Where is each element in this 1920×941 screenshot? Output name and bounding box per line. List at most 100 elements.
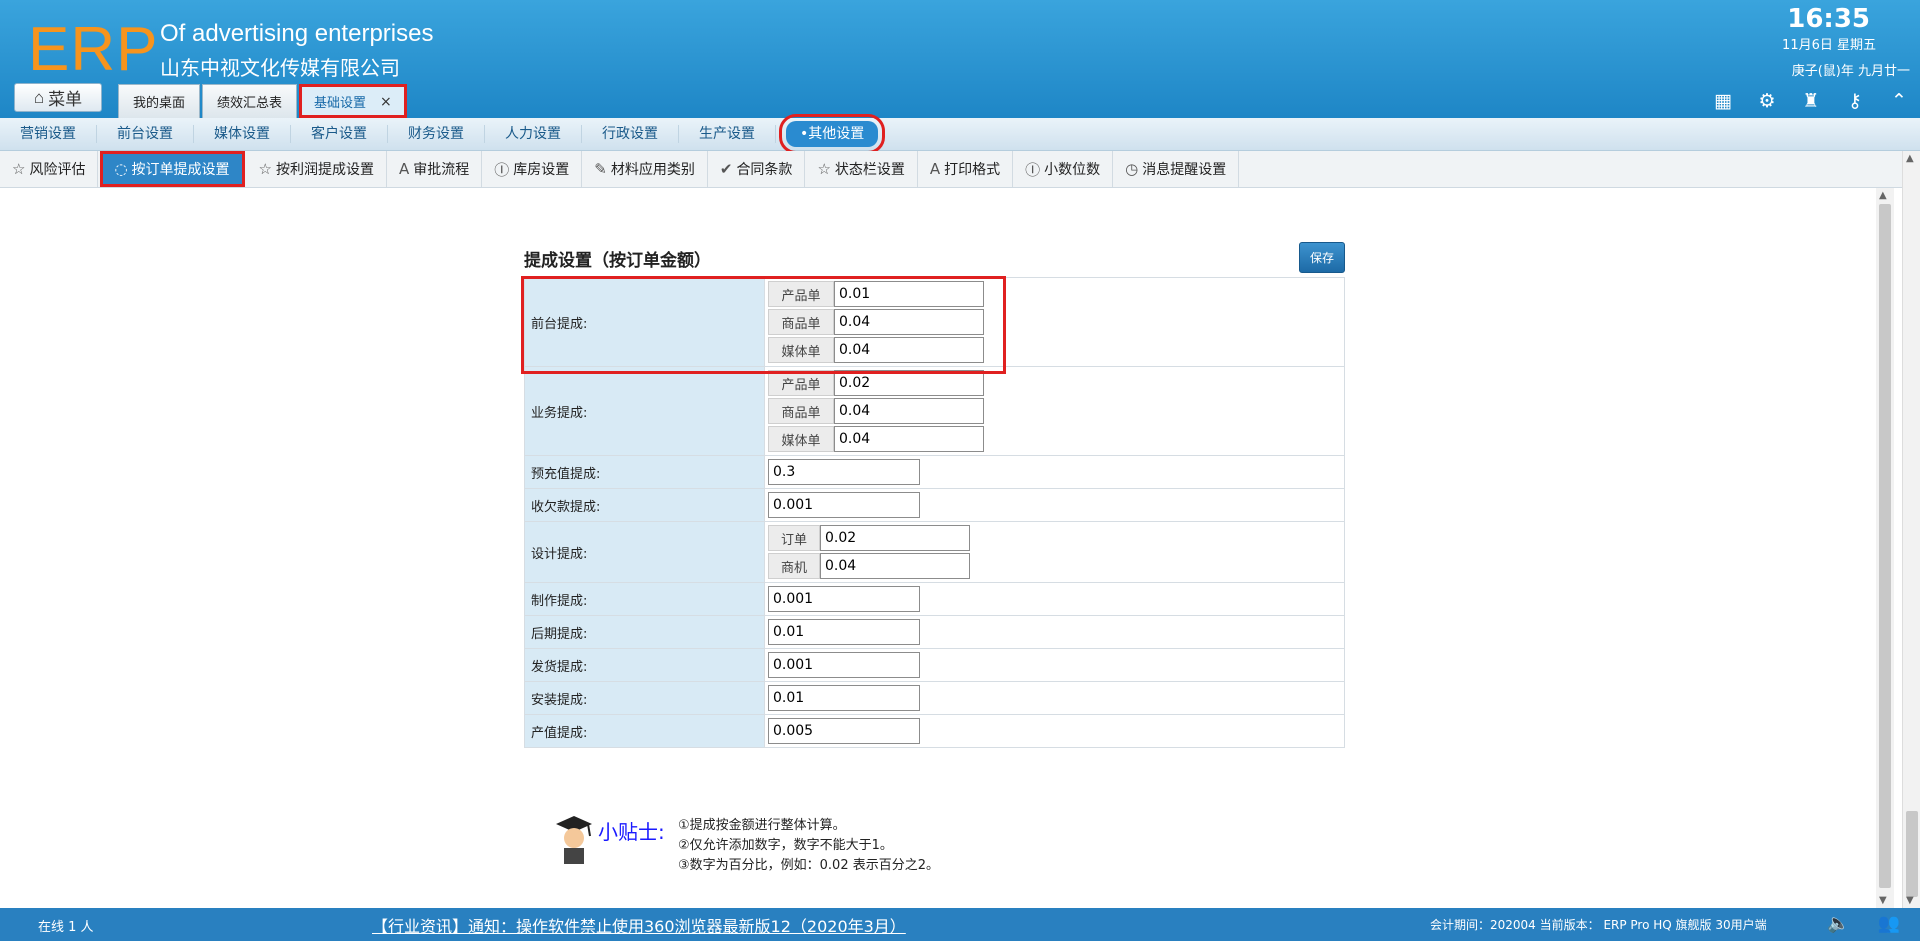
outer-scrollbar[interactable]: ▲ ▼ <box>1902 151 1920 908</box>
front-media-input[interactable] <box>834 337 984 363</box>
company-name-cn: 山东中视文化传媒有限公司 <box>160 56 400 80</box>
status-footer: 在线 1 人 【行业资讯】通知：操作软件禁止使用360浏览器最新版12（2020… <box>0 908 1920 941</box>
subnav-material[interactable]: ✎ 材料应用类别 <box>582 151 708 187</box>
field-prefix: 产品单 <box>768 370 834 396</box>
production-input[interactable] <box>768 586 920 612</box>
nav-other[interactable]: •其他设置 <box>778 114 886 154</box>
field-prefix: 商机 <box>768 553 820 579</box>
row-output: 产值提成: <box>524 714 1345 748</box>
info-circle-icon: Ⓘ <box>494 160 510 179</box>
inner-scrollbar[interactable]: ▲ ▼ <box>1876 188 1894 908</box>
menu-label: 菜单 <box>48 90 83 109</box>
tips-lines: ①提成按金额进行整体计算。 ②仅允许添加数字，数字不能大于1。 ③数字为百分比，… <box>678 816 939 876</box>
row-production: 制作提成: <box>524 582 1345 616</box>
field-prefix: 商品单 <box>768 309 834 335</box>
check-icon: ✔ <box>719 160 733 178</box>
footer-icons: 🔈 👥 <box>1827 913 1900 934</box>
row-label: 产值提成: <box>524 714 765 748</box>
collection-input[interactable] <box>768 492 920 518</box>
subnav-decimals[interactable]: Ⓘ 小数位数 <box>1013 151 1114 187</box>
tip-line: ②仅允许添加数字，数字不能大于1。 <box>678 838 893 853</box>
shipping-input[interactable] <box>768 652 920 678</box>
company-name-en: Of advertising enterprises <box>160 20 434 47</box>
nav-marketing[interactable]: 营销设置 <box>0 125 97 143</box>
settings-category-nav: 营销设置 前台设置 媒体设置 客户设置 财务设置 人力设置 行政设置 生产设置 … <box>0 114 1920 154</box>
info-circle-icon: Ⓘ <box>1025 160 1041 179</box>
scroll-thumb[interactable] <box>1906 811 1918 897</box>
design-order-input[interactable] <box>820 525 970 551</box>
nav-customer[interactable]: 客户设置 <box>291 125 388 143</box>
letter-a-icon: A <box>399 160 410 178</box>
subnav-label: 库房设置 <box>513 162 570 178</box>
row-design: 设计提成: 订单 商机 <box>524 521 1345 583</box>
shirt-icon[interactable]: ♜ <box>1800 90 1822 112</box>
prepaid-input[interactable] <box>768 459 920 485</box>
subnav-profit-commission[interactable]: ☆ 按利润提成设置 <box>247 151 387 187</box>
scroll-up-icon[interactable]: ▲ <box>1879 190 1887 201</box>
clock-date: 11月6日 星期五 <box>1782 38 1876 53</box>
install-input[interactable] <box>768 685 920 711</box>
business-goods-input[interactable] <box>834 398 984 424</box>
row-label: 收欠款提成: <box>524 488 765 522</box>
tip-line: ①提成按金额进行整体计算。 <box>678 818 846 833</box>
row-install: 安装提成: <box>524 681 1345 715</box>
clock-icon: ◷ <box>1125 160 1139 178</box>
tab-basic-settings[interactable]: 基础设置 × <box>299 84 407 118</box>
row-business: 业务提成: 产品单 商品单 媒体单 <box>524 366 1345 456</box>
menu-button[interactable]: ⌂ 菜单 <box>14 83 102 112</box>
subnav-label: 按利润提成设置 <box>276 162 374 178</box>
up-circle-icon[interactable]: ⌃ <box>1888 90 1910 112</box>
tab-label: 基础设置 <box>314 96 367 111</box>
design-opportunity-input[interactable] <box>820 553 970 579</box>
subnav-warehouse[interactable]: Ⓘ 库房设置 <box>482 151 583 187</box>
key-icon[interactable]: ⚷ <box>1844 90 1866 112</box>
tab-performance-summary[interactable]: 绩效汇总表 <box>202 84 298 118</box>
post-input[interactable] <box>768 619 920 645</box>
subnav-statusbar[interactable]: ☆ 状态栏设置 <box>805 151 918 187</box>
close-icon[interactable]: × <box>380 94 392 110</box>
news-link[interactable]: 【行业资讯】通知：操作软件禁止使用360浏览器最新版12（2020年3月） <box>372 913 906 937</box>
output-input[interactable] <box>768 718 920 744</box>
scroll-thumb[interactable] <box>1879 204 1891 888</box>
scroll-down-icon[interactable]: ▼ <box>1879 895 1887 906</box>
star-icon: ☆ <box>258 160 272 178</box>
front-product-input[interactable] <box>834 281 984 307</box>
panel-title: 提成设置（按订单金额） <box>524 251 711 271</box>
lunar-date: 庚子(鼠)年 九月廿一 <box>1791 64 1910 79</box>
tab-label: 绩效汇总表 <box>217 96 283 111</box>
row-label: 制作提成: <box>524 582 765 616</box>
tab-my-desktop[interactable]: 我的桌面 <box>118 84 201 118</box>
business-product-input[interactable] <box>834 370 984 396</box>
nav-media[interactable]: 媒体设置 <box>194 125 291 143</box>
subnav-print[interactable]: A 打印格式 <box>918 151 1014 187</box>
nav-front-desk[interactable]: 前台设置 <box>97 125 194 143</box>
commission-form: 前台提成: 产品单 商品单 媒体单 业务提成: 产品单 商品单 媒体单 预充值提… <box>524 277 1345 748</box>
grid-add-icon[interactable]: ▦ <box>1712 90 1734 112</box>
gear-icon[interactable]: ⚙ <box>1756 90 1778 112</box>
home-icon: ⌂ <box>33 87 45 107</box>
clock-time: 16:35 <box>1787 4 1870 34</box>
subnav-contract[interactable]: ✔ 合同条款 <box>708 151 806 187</box>
nav-admin[interactable]: 行政设置 <box>582 125 679 143</box>
front-goods-input[interactable] <box>834 309 984 335</box>
subnav-label: 风险评估 <box>29 162 86 178</box>
save-button[interactable]: 保存 <box>1299 242 1345 273</box>
scroll-down-icon[interactable]: ▼ <box>1906 895 1914 906</box>
subnav-risk[interactable]: ☆ 风险评估 <box>0 151 99 187</box>
business-media-input[interactable] <box>834 426 984 452</box>
nav-production[interactable]: 生产设置 <box>679 125 776 143</box>
subnav-approval[interactable]: A 审批流程 <box>387 151 483 187</box>
nav-hr[interactable]: 人力设置 <box>485 125 582 143</box>
row-prepaid: 预充值提成: <box>524 455 1345 489</box>
users-icon[interactable]: 👥 <box>1878 913 1900 934</box>
row-front-desk: 前台提成: 产品单 商品单 媒体单 <box>524 277 1345 367</box>
subnav-order-commission[interactable]: ◌ 按订单提成设置 <box>100 151 245 187</box>
subnav-reminder[interactable]: ◷ 消息提醒设置 <box>1113 151 1240 187</box>
online-count: 在线 1 人 <box>38 920 94 935</box>
graduate-icon <box>556 816 592 864</box>
scroll-up-icon[interactable]: ▲ <box>1906 153 1914 164</box>
account-info: 会计期间：202004 当前版本： ERP Pro HQ 旗舰版 30用户端 <box>1430 918 1767 932</box>
tab-label: 我的桌面 <box>133 96 186 111</box>
speaker-icon[interactable]: 🔈 <box>1827 913 1849 934</box>
nav-finance[interactable]: 财务设置 <box>388 125 485 143</box>
